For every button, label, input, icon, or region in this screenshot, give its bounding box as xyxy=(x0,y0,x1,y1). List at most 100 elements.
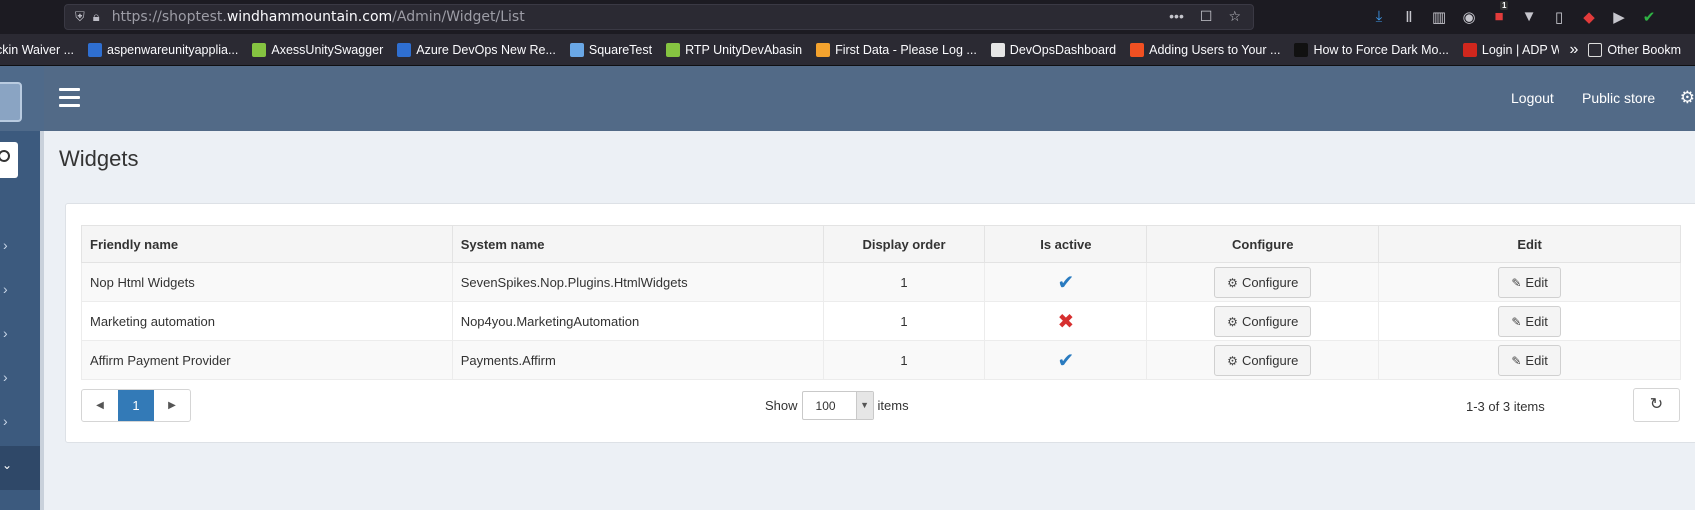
edit-button[interactable]: ✎ Edit xyxy=(1498,266,1561,298)
bookmark-item[interactable]: First Data - Please Log ... xyxy=(816,42,977,57)
bookmark-label: First Data - Please Log ... xyxy=(835,42,977,57)
page-title: Widgets xyxy=(59,146,139,171)
public-store-link[interactable]: Public store xyxy=(1582,66,1655,131)
download-icon[interactable]: ⤓ xyxy=(1370,8,1388,26)
column-header-system-name[interactable]: System name xyxy=(451,225,824,263)
configure-button[interactable]: ⚙ Configure xyxy=(1214,305,1312,337)
configure-button[interactable]: ⚙ Configure xyxy=(1214,344,1312,376)
refresh-button[interactable]: ↻ xyxy=(1633,388,1680,422)
chevron-down-icon: ⌄ xyxy=(2,458,13,472)
bookmark-item[interactable]: aspenwareunityapplia... xyxy=(88,42,239,57)
chevrons-right-icon[interactable]: » xyxy=(1569,41,1578,59)
sidebar-item-3[interactable]: › xyxy=(0,312,44,356)
eraser-icon[interactable]: ◆ xyxy=(1580,8,1598,26)
url-domain: windhammountain.com xyxy=(226,9,393,25)
chevron-down-icon[interactable]: ▼ xyxy=(855,392,873,419)
table-row: Nop Html Widgets SevenSpikes.Nop.Plugins.… xyxy=(81,262,1681,302)
shield-icon[interactable]: ⛨ xyxy=(75,9,85,25)
bookmark-label: aspenwareunityapplia... xyxy=(107,42,239,57)
page-button-current[interactable]: 1 xyxy=(118,390,154,421)
other-bookmarks-folder[interactable]: Other Bookm xyxy=(1588,42,1681,57)
mobile-icon[interactable]: ▯ xyxy=(1550,8,1568,26)
bookmark-item[interactable]: Adding Users to Your ... xyxy=(1130,42,1281,57)
bookmark-item[interactable]: RTP UnityDevAbasin xyxy=(666,42,802,57)
column-header-display-order[interactable]: Display order xyxy=(822,225,986,263)
sidebar-divider xyxy=(40,131,44,510)
vimium-icon[interactable]: ▼ xyxy=(1520,8,1538,26)
column-header-friendly-name[interactable]: Friendly name xyxy=(81,225,453,263)
next-page-button[interactable]: ▶ xyxy=(154,390,190,421)
show-label: Show xyxy=(765,398,798,413)
column-header-edit: Edit xyxy=(1378,225,1681,263)
sidebar-item-2[interactable]: › xyxy=(0,268,44,312)
check-extension-icon[interactable]: ✔ xyxy=(1640,8,1658,26)
edit-label: Edit xyxy=(1525,352,1548,368)
edit-button[interactable]: ✎ Edit xyxy=(1498,344,1561,376)
play-icon[interactable]: ▶ xyxy=(1610,8,1628,26)
widgets-table: Friendly name System name Display order … xyxy=(81,225,1681,380)
sidebar-item-4[interactable]: › xyxy=(0,356,44,400)
sidebar-item-1[interactable]: › xyxy=(0,224,44,268)
menu-toggle-icon[interactable] xyxy=(59,88,80,108)
settings-gears-icon[interactable]: ⚙ xyxy=(1680,88,1695,108)
bookmark-label: Adding Users to Your ... xyxy=(1149,42,1281,57)
bookmark-star-icon[interactable]: ☆ xyxy=(1228,8,1241,25)
bookmark-favicon-icon xyxy=(1130,42,1145,57)
edit-cell: ✎ Edit xyxy=(1378,340,1681,380)
is-active-cell: ✔ xyxy=(984,340,1148,380)
bookmark-item[interactable]: AxessUnitySwagger xyxy=(252,42,383,57)
sidebar-search-box[interactable] xyxy=(0,142,18,178)
table-header-row: Friendly name System name Display order … xyxy=(81,225,1681,263)
page-size-control: Show 100 ▼ items xyxy=(765,391,909,420)
pocket-icon[interactable]: ☐ xyxy=(1200,8,1213,25)
display-order-cell: 1 xyxy=(822,301,986,341)
bookmark-favicon-icon xyxy=(1462,42,1477,57)
more-actions-icon[interactable]: ••• xyxy=(1169,8,1184,25)
library-icon[interactable]: Ⅱ xyxy=(1400,8,1418,26)
account-icon[interactable]: ◉ xyxy=(1460,8,1478,26)
url-path: /Admin/Widget/List xyxy=(392,9,525,25)
bookmark-favicon-icon xyxy=(569,42,584,57)
gear-icon: ⚙ xyxy=(1227,353,1238,368)
check-icon: ✔ xyxy=(1057,271,1075,294)
friendly-name-cell: Affirm Payment Provider xyxy=(81,340,453,380)
bookmark-favicon-icon xyxy=(252,42,267,57)
url-text[interactable]: https://shoptest.windhammountain.com/Adm… xyxy=(112,9,525,25)
bookmark-item[interactable]: SquareTest xyxy=(569,42,652,57)
edit-button[interactable]: ✎ Edit xyxy=(1498,305,1561,337)
system-name-cell: SevenSpikes.Nop.Plugins.HtmlWidgets xyxy=(451,262,824,302)
search-icon xyxy=(0,150,10,162)
admin-sidebar: › › › › › ⌄ xyxy=(0,66,44,510)
sidebar-logo-area xyxy=(0,66,44,131)
page-size-select[interactable]: 100 ▼ xyxy=(801,391,874,420)
refresh-icon: ↻ xyxy=(1649,396,1664,413)
sidebar-logo[interactable] xyxy=(0,82,22,122)
bookmark-label: Azure DevOps New Re... xyxy=(416,42,556,57)
column-header-is-active[interactable]: Is active xyxy=(984,225,1148,263)
lock-icon[interactable]: 🔒︎ xyxy=(93,9,100,25)
sidebar-item-5[interactable]: › xyxy=(0,400,44,444)
sidebar-icon[interactable]: ▥ xyxy=(1430,8,1448,26)
friendly-name-cell: Nop Html Widgets xyxy=(81,262,453,302)
previous-page-button[interactable]: ◀ xyxy=(82,390,118,421)
bookmark-item[interactable]: Azure DevOps New Re... xyxy=(397,42,556,57)
bookmark-favicon-icon xyxy=(666,42,681,57)
folder-icon xyxy=(1588,42,1603,57)
edit-label: Edit xyxy=(1525,313,1548,329)
configure-cell: ⚙ Configure xyxy=(1146,262,1380,302)
bookmark-item[interactable]: DevOpsDashboard xyxy=(990,42,1116,57)
address-bar[interactable]: ⛨ 🔒︎ https://shoptest.windhammountain.co… xyxy=(64,4,1254,30)
bookmark-favicon-icon xyxy=(990,42,1005,57)
bookmark-item[interactable]: How to Force Dark Mo... xyxy=(1294,42,1449,57)
logout-link[interactable]: Logout xyxy=(1511,66,1554,131)
bookmarks-overflow: » Other Bookm xyxy=(1559,34,1695,65)
bookmark-item[interactable]: ckin Waiver ... xyxy=(0,43,74,57)
browser-toolbar: ⛨ 🔒︎ https://shoptest.windhammountain.co… xyxy=(0,0,1695,34)
table-row: Affirm Payment Provider Payments.Affirm 1 ✔… xyxy=(81,340,1681,380)
configure-button[interactable]: ⚙ Configure xyxy=(1214,266,1312,298)
extension-badge-icon[interactable]: ■ 1 xyxy=(1490,1,1509,26)
configure-label: Configure xyxy=(1241,274,1299,290)
table-row: Marketing automation Nop4you.MarketingAut… xyxy=(81,301,1681,341)
chevron-right-icon: › xyxy=(3,325,8,341)
sidebar-item-active[interactable]: ⌄ xyxy=(0,446,44,490)
